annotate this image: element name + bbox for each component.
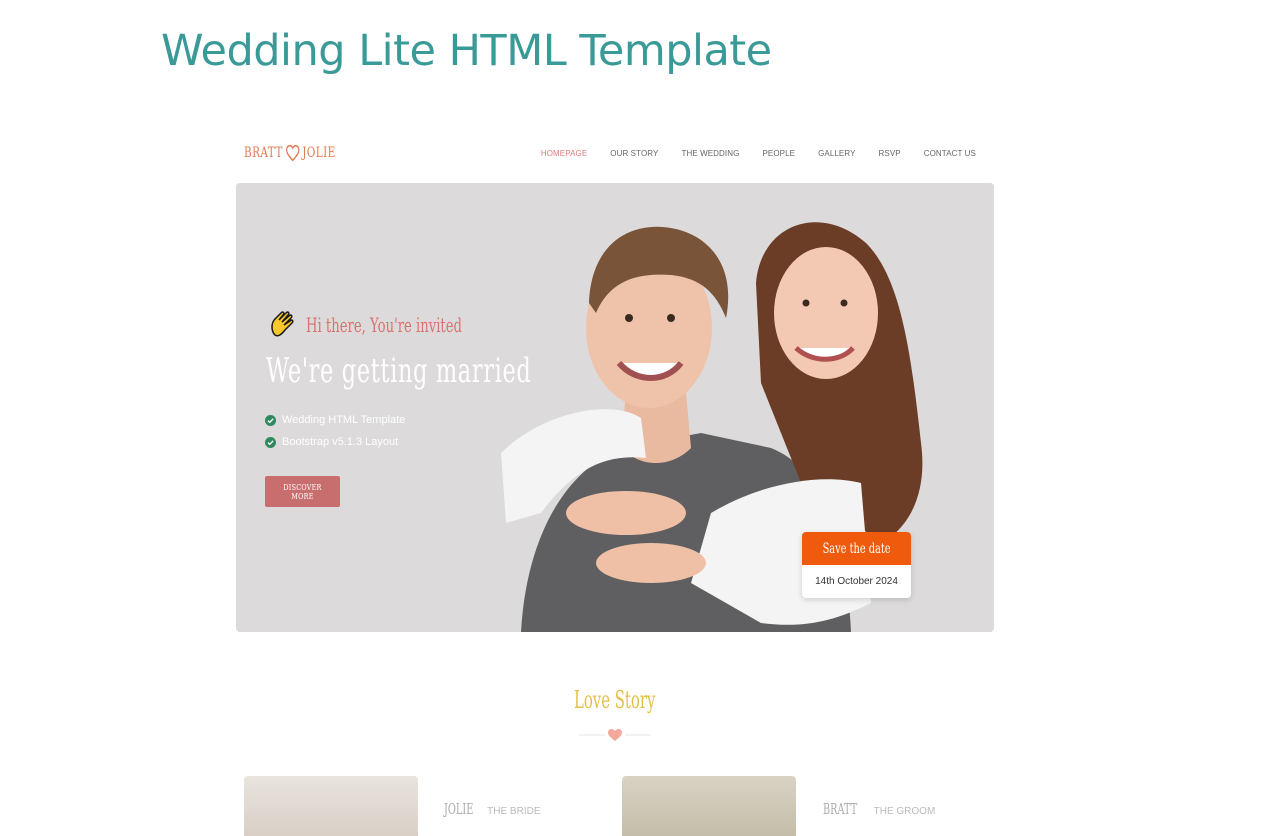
bride-name-text: JOLIE bbox=[444, 800, 474, 818]
logo-right-text: JOLIE bbox=[302, 145, 336, 161]
wedding-date: 14th October 2024 bbox=[815, 576, 898, 587]
save-the-date-header: Save the date bbox=[802, 532, 911, 565]
feature-text: Bootstrap v5.1.3 Layout bbox=[282, 436, 399, 448]
discover-more-label: DISCOVER MORE bbox=[283, 482, 322, 501]
bride-photo bbox=[244, 776, 418, 836]
template-preview: BRATT JOLIE HOMEPAGE OUR STORY THE WEDDI… bbox=[236, 130, 994, 836]
groom-name: BRATT THE GROOM bbox=[823, 800, 935, 818]
feature-list: Wedding HTML Template Bootstrap v5.1.3 L… bbox=[265, 409, 405, 453]
bride-name: JOLIE THE BRIDE bbox=[444, 800, 541, 818]
nav-item-the-wedding[interactable]: THE WEDDING bbox=[681, 149, 739, 158]
bride-role-text: THE BRIDE bbox=[487, 806, 541, 817]
groom-role-text: THE GROOM bbox=[873, 806, 936, 817]
nav-item-contact-us[interactable]: CONTACT US bbox=[924, 149, 976, 158]
list-item: Wedding HTML Template bbox=[265, 409, 405, 431]
check-circle-icon bbox=[265, 414, 276, 426]
hero-greeting: Hi there, You're invited bbox=[267, 309, 542, 341]
nav-item-people[interactable]: PEOPLE bbox=[762, 149, 795, 158]
love-story-title: Love Story bbox=[236, 686, 994, 714]
save-the-date-card: Save the date 14th October 2024 bbox=[802, 532, 911, 598]
feature-text: Wedding HTML Template bbox=[282, 414, 406, 426]
page-title: Wedding Lite HTML Template bbox=[161, 26, 772, 76]
nav-item-gallery[interactable]: GALLERY bbox=[818, 149, 855, 158]
nav-item-our-story[interactable]: OUR STORY bbox=[610, 149, 658, 158]
main-nav: HOMEPAGE OUR STORY THE WEDDING PEOPLE GA… bbox=[541, 149, 976, 158]
hero-banner: Hi there, You're invited We're getting m… bbox=[236, 183, 994, 632]
love-story-title-text: Love Story bbox=[574, 686, 656, 714]
heart-icon bbox=[285, 144, 300, 162]
discover-more-button[interactable]: DISCOVER MORE bbox=[265, 476, 340, 507]
check-circle-icon bbox=[265, 436, 276, 448]
heart-divider bbox=[579, 729, 651, 741]
save-the-date-title: Save the date bbox=[822, 540, 891, 557]
waving-hand-icon bbox=[271, 311, 294, 337]
logo-left-text: BRATT bbox=[244, 145, 283, 161]
site-logo[interactable]: BRATT JOLIE bbox=[244, 144, 336, 162]
groom-name-text: BRATT bbox=[823, 800, 858, 818]
hero-title: We're getting married bbox=[266, 351, 532, 391]
nav-item-homepage[interactable]: HOMEPAGE bbox=[541, 149, 587, 158]
nav-item-rsvp[interactable]: RSVP bbox=[879, 149, 901, 158]
groom-photo bbox=[622, 776, 796, 836]
greeting-text: Hi there, You're invited bbox=[306, 313, 462, 337]
list-item: Bootstrap v5.1.3 Layout bbox=[265, 431, 405, 453]
